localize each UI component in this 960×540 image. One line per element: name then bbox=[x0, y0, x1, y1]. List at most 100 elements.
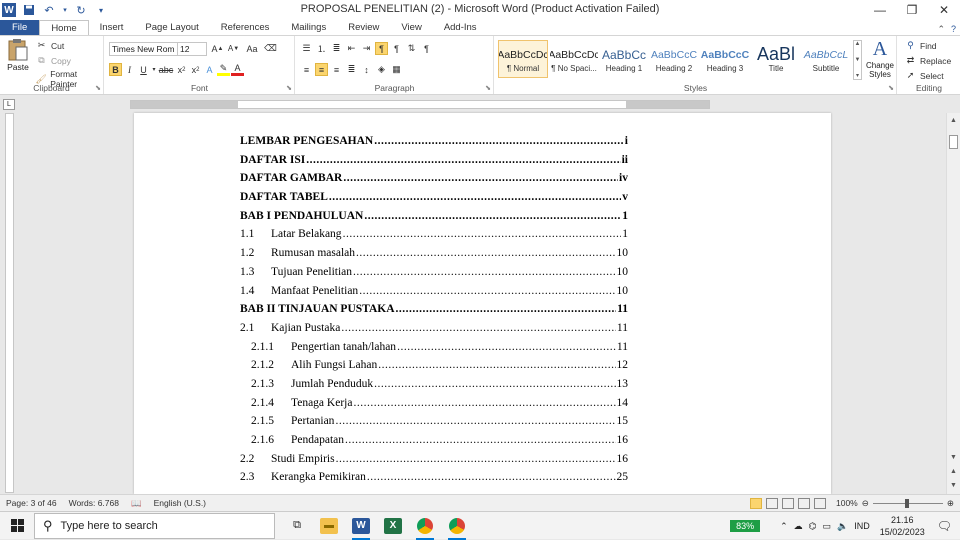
align-right-icon[interactable]: ≡ bbox=[330, 63, 343, 76]
outline-icon[interactable] bbox=[798, 497, 810, 509]
page-count[interactable]: Page: 3 of 46 bbox=[0, 498, 63, 508]
style-no-spacing[interactable]: AaBbCcDc ¶ No Spaci... bbox=[549, 40, 599, 78]
underline-button[interactable]: U bbox=[137, 63, 150, 76]
taskbar-search-box[interactable]: ⚲ Type here to search bbox=[34, 512, 275, 539]
tab-page-layout[interactable]: Page Layout bbox=[134, 20, 209, 35]
previous-page-icon[interactable]: ▲ bbox=[947, 464, 960, 478]
tab-view[interactable]: View bbox=[390, 20, 432, 35]
paragraph-launcher-icon[interactable]: ⬊ bbox=[485, 84, 491, 92]
replace-button[interactable]: ⇄ Replace bbox=[904, 54, 951, 67]
word-taskbar-icon[interactable]: W bbox=[345, 512, 377, 540]
excel-taskbar-icon[interactable]: X bbox=[377, 512, 409, 540]
justify-icon[interactable]: ≣ bbox=[345, 63, 358, 76]
input-language[interactable]: IND bbox=[854, 521, 870, 531]
close-button[interactable]: ✕ bbox=[928, 0, 960, 20]
network-icon[interactable]: ⌬ bbox=[809, 521, 817, 532]
zoom-out-icon[interactable]: ⊖ bbox=[862, 498, 869, 509]
start-button[interactable] bbox=[0, 512, 34, 540]
toc-entry[interactable]: 2.3 Kerangka Pemikiran 25 bbox=[240, 471, 628, 490]
zoom-in-icon[interactable]: ⊕ bbox=[947, 498, 954, 509]
toc-entry[interactable]: 2.1.3 Jumlah Penduduk 13 bbox=[240, 378, 628, 397]
toc-entry[interactable]: DAFTAR GAMBAR iv bbox=[240, 172, 628, 191]
tab-file[interactable]: File bbox=[0, 20, 40, 35]
style-heading-2[interactable]: AaBbCcC Heading 2 bbox=[649, 40, 699, 78]
shading-icon[interactable]: ◈ bbox=[375, 63, 388, 76]
toc-entry[interactable]: 2.1 Kajian Pustaka 11 bbox=[240, 322, 628, 341]
toc-entry[interactable]: 1.4 Manfaat Penelitian 10 bbox=[240, 285, 628, 304]
print-layout-icon[interactable] bbox=[750, 497, 762, 509]
text-effects-icon[interactable]: A bbox=[203, 63, 216, 76]
increase-indent-icon[interactable]: ⇥ bbox=[360, 42, 373, 55]
restore-button[interactable]: ❐ bbox=[896, 0, 928, 20]
line-spacing-icon[interactable]: ↕ bbox=[360, 63, 373, 76]
sort-icon[interactable]: ⇅ bbox=[405, 42, 418, 55]
toc-entry[interactable]: 2.2 Studi Empiris 16 bbox=[240, 453, 628, 472]
tab-review[interactable]: Review bbox=[337, 20, 390, 35]
change-case-button[interactable]: Aa bbox=[243, 42, 261, 55]
notifications-icon[interactable]: 🗨 bbox=[937, 519, 952, 533]
style-heading-3[interactable]: AaBbCcC Heading 3 bbox=[700, 40, 750, 78]
style-title[interactable]: AaBl Title bbox=[751, 40, 801, 78]
file-explorer-icon[interactable]: ▬ bbox=[313, 512, 345, 540]
strikethrough-button[interactable]: abc bbox=[158, 63, 174, 76]
vertical-ruler[interactable] bbox=[5, 113, 14, 493]
scroll-down-icon[interactable]: ▼ bbox=[855, 57, 861, 63]
toc-entry[interactable]: BAB II TINJAUAN PUSTAKA 11 bbox=[240, 303, 628, 322]
styles-launcher-icon[interactable]: ⬊ bbox=[888, 84, 894, 92]
superscript-button[interactable]: x2 bbox=[189, 63, 202, 76]
scroll-up-arrow-icon[interactable]: ▲ bbox=[947, 113, 960, 127]
style-normal[interactable]: AaBbCcDc ¶ Normal bbox=[498, 40, 548, 78]
grow-font-icon[interactable]: A ▲ bbox=[211, 42, 224, 55]
draft-icon[interactable] bbox=[814, 497, 826, 509]
zoom-level[interactable]: 100% bbox=[836, 498, 858, 508]
style-subtitle[interactable]: AaBbCcL Subtitle bbox=[801, 40, 851, 78]
bold-button[interactable]: B bbox=[109, 63, 122, 76]
clock[interactable]: 21.16 15/02/2023 bbox=[880, 514, 925, 538]
borders-icon[interactable]: ▦ bbox=[390, 63, 403, 76]
toc-entry[interactable]: 1.3 Tujuan Penelitian 10 bbox=[240, 266, 628, 285]
toc-entry[interactable]: 1.1 Latar Belakang 1 bbox=[240, 228, 628, 247]
tab-insert[interactable]: Insert bbox=[89, 20, 135, 35]
change-styles-button[interactable]: A Change Styles bbox=[863, 38, 897, 82]
clear-formatting-icon[interactable]: ⌫ bbox=[264, 42, 277, 55]
tab-home[interactable]: Home bbox=[39, 20, 89, 35]
align-center-icon[interactable]: ≡ bbox=[315, 63, 328, 76]
document-page[interactable]: LEMBAR PENGESAHAN i DAFTAR ISI ii DAFTAR GAM… bbox=[134, 113, 831, 494]
full-screen-reading-icon[interactable] bbox=[766, 497, 778, 509]
proofing-icon[interactable]: 📖 bbox=[125, 498, 148, 509]
tab-references[interactable]: References bbox=[210, 20, 281, 35]
rtl-direction-icon[interactable]: ¶ bbox=[390, 42, 403, 55]
toc-entry[interactable]: 2.1.4 Tenaga Kerja 14 bbox=[240, 397, 628, 416]
word-app-icon[interactable]: W bbox=[2, 3, 16, 17]
select-button[interactable]: ➚ Select bbox=[904, 69, 944, 82]
web-layout-icon[interactable] bbox=[782, 497, 794, 509]
chrome-taskbar-icon[interactable] bbox=[409, 512, 441, 540]
align-left-icon[interactable]: ≡ bbox=[300, 63, 313, 76]
customize-qat-icon[interactable]: ▾ bbox=[94, 3, 108, 17]
scrollbar-thumb[interactable] bbox=[949, 135, 958, 149]
volume-icon[interactable]: 🔈 bbox=[837, 521, 848, 532]
toc-entry[interactable]: 1.2 Rumusan masalah 10 bbox=[240, 247, 628, 266]
tab-selector-icon[interactable]: L bbox=[3, 99, 15, 110]
toc-entry[interactable]: 2.1.2 Alih Fungsi Lahan 12 bbox=[240, 359, 628, 378]
toc-entry[interactable]: DAFTAR ISI ii bbox=[240, 154, 628, 173]
font-launcher-icon[interactable]: ⬊ bbox=[286, 84, 292, 92]
toc-entry[interactable]: 2.1.6 Pendapatan 16 bbox=[240, 434, 628, 453]
horizontal-ruler[interactable] bbox=[130, 100, 710, 109]
word-count[interactable]: Words: 6.768 bbox=[63, 498, 125, 508]
undo-icon[interactable]: ↶ bbox=[42, 3, 56, 17]
zoom-slider-thumb[interactable] bbox=[904, 498, 909, 508]
styles-scroll[interactable]: ▲ ▼ ▾ bbox=[853, 40, 862, 80]
onedrive-icon[interactable]: ☁ bbox=[794, 521, 803, 532]
help-icon[interactable]: ? bbox=[951, 24, 956, 35]
copy-button[interactable]: ⧉ Copy bbox=[35, 54, 71, 67]
minimize-button[interactable]: — bbox=[864, 0, 896, 20]
style-heading-1[interactable]: AaBbCc Heading 1 bbox=[599, 40, 649, 78]
clipboard-launcher-icon[interactable]: ⬊ bbox=[95, 84, 101, 92]
scroll-down-arrow-icon[interactable]: ▼ bbox=[947, 450, 960, 464]
vertical-scrollbar[interactable]: ▲ ▼ ▲ ▼ bbox=[946, 113, 960, 494]
subscript-button[interactable]: x2 bbox=[175, 63, 188, 76]
highlight-color-icon[interactable]: ✎ bbox=[217, 63, 230, 76]
multilevel-list-icon[interactable]: ≣ bbox=[330, 42, 343, 55]
toc-entry[interactable]: BAB I PENDAHULUAN 1 bbox=[240, 210, 628, 229]
